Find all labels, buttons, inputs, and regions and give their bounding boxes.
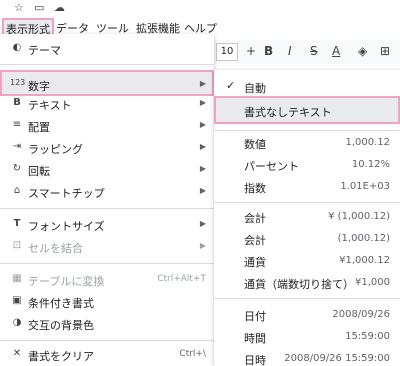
strikethrough-button[interactable]: S — [310, 44, 318, 58]
font-size-icon: T — [13, 218, 21, 229]
chevron-right-icon: ▶ — [199, 120, 206, 129]
borders-icon[interactable]: ⊞ — [380, 44, 390, 58]
menu-item-wrapping[interactable]: ⇥ ラッピング ▶ — [0, 137, 214, 159]
wrap-icon: ⇥ — [12, 141, 22, 152]
menu-item-theme[interactable]: ◐ テーマ — [0, 38, 214, 60]
menu-item-merge-cells: ⊡ セルを結合 ▶ — [0, 236, 214, 258]
chevron-right-icon: ▶ — [199, 79, 206, 88]
chevron-right-icon: ▶ — [199, 241, 206, 250]
align-icon: ≡ — [12, 119, 22, 130]
submenu-item-plain-text[interactable]: 書式なしテキスト — [214, 96, 400, 124]
menu-item-rotation[interactable]: ↻ 回転 ▶ — [0, 159, 214, 181]
checkmark-icon: ✓ — [226, 79, 236, 92]
clear-format-icon: ✕ — [12, 348, 22, 359]
submenu-item-accounting[interactable]: 会計 ¥ (1,000.12) — [214, 206, 400, 228]
menu-item-alternating-colors[interactable]: ◑ 交互の背景色 — [0, 313, 214, 335]
menu-item-clear-format[interactable]: ✕ 書式をクリア Ctrl+\ — [0, 344, 214, 366]
menu-divider — [0, 340, 214, 341]
menu-divider — [0, 64, 214, 65]
submenu-item-scientific[interactable]: 指数 1.01E+03 — [214, 176, 400, 198]
bold-button[interactable]: B — [264, 44, 273, 58]
rotate-icon: ↻ — [12, 163, 22, 174]
conditional-format-icon: ▣ — [12, 295, 22, 306]
font-size-input[interactable]: 10 — [216, 43, 238, 61]
chevron-right-icon: ▶ — [199, 219, 206, 228]
chevron-right-icon: ▶ — [199, 142, 206, 151]
menu-divider — [0, 208, 214, 209]
number-123-icon: 123 — [10, 78, 26, 87]
submenu-item-time[interactable]: 時間 15:59:00 — [214, 326, 400, 348]
chip-icon: ⌂ — [13, 185, 21, 196]
menu-item-alignment[interactable]: ≡ 配置 ▶ — [0, 115, 214, 137]
table-icon: ▦ — [12, 273, 22, 284]
folder-icon[interactable]: ▭ — [34, 1, 44, 14]
bold-b-icon: B — [13, 97, 21, 108]
format-menu: ◐ テーマ 123 数字 ▶ B テキスト ▶ ≡ 配置 ▶ ⇥ ラッピング ▶… — [0, 34, 214, 366]
menu-divider — [0, 263, 214, 264]
menu-item-conditional-format[interactable]: ▣ 条件付き書式 — [0, 291, 214, 313]
top-icon-strip: ☆ ▭ ☁ — [0, 0, 400, 16]
font-size-plus-button[interactable]: + — [246, 44, 256, 58]
submenu-item-automatic[interactable]: ✓ 自動 — [214, 76, 400, 98]
submenu-item-date[interactable]: 日付 2008/09/26 — [214, 304, 400, 326]
submenu-item-percent[interactable]: パーセント 10.12% — [214, 154, 400, 176]
chevron-right-icon: ▶ — [199, 98, 206, 107]
menu-divider — [214, 130, 400, 131]
text-color-button[interactable]: A — [332, 44, 340, 58]
merge-icon: ⊡ — [12, 240, 22, 251]
format-toolbar: 10 + B I S A ◈ ⊞ — [214, 40, 400, 64]
submenu-item-currency[interactable]: 通貨 ¥1,000.12 — [214, 250, 400, 272]
menu-item-convert-table: ▦ テーブルに変換 Ctrl+Alt+T — [0, 269, 214, 291]
number-submenu: ✓ 自動 書式なしテキスト 数値 1,000.12 パーセント 10.12% 指… — [214, 70, 400, 366]
submenu-item-datetime[interactable]: 日時 2008/09/26 15:59:00 — [214, 348, 400, 366]
submenu-item-number[interactable]: 数値 1,000.12 — [214, 132, 400, 154]
fill-color-icon[interactable]: ◈ — [358, 44, 367, 58]
palette-icon: ◐ — [12, 42, 22, 53]
chevron-right-icon: ▶ — [199, 186, 206, 195]
menu-item-font-size[interactable]: T フォントサイズ ▶ — [0, 214, 214, 236]
chevron-right-icon: ▶ — [199, 164, 206, 173]
menu-item-smart-chips[interactable]: ⌂ スマートチップ ▶ — [0, 181, 214, 203]
star-icon[interactable]: ☆ — [14, 1, 24, 14]
submenu-item-currency-rounded[interactable]: 通貨（端数切り捨て） ¥1,000 — [214, 272, 400, 294]
submenu-item-financial[interactable]: 会計 (1,000.12) — [214, 228, 400, 250]
half-circle-icon: ◑ — [12, 317, 22, 328]
menu-divider — [214, 202, 400, 203]
menu-item-text[interactable]: B テキスト ▶ — [0, 93, 214, 115]
menu-divider — [214, 298, 400, 299]
cloud-icon[interactable]: ☁ — [54, 1, 65, 14]
italic-button[interactable]: I — [288, 44, 292, 58]
